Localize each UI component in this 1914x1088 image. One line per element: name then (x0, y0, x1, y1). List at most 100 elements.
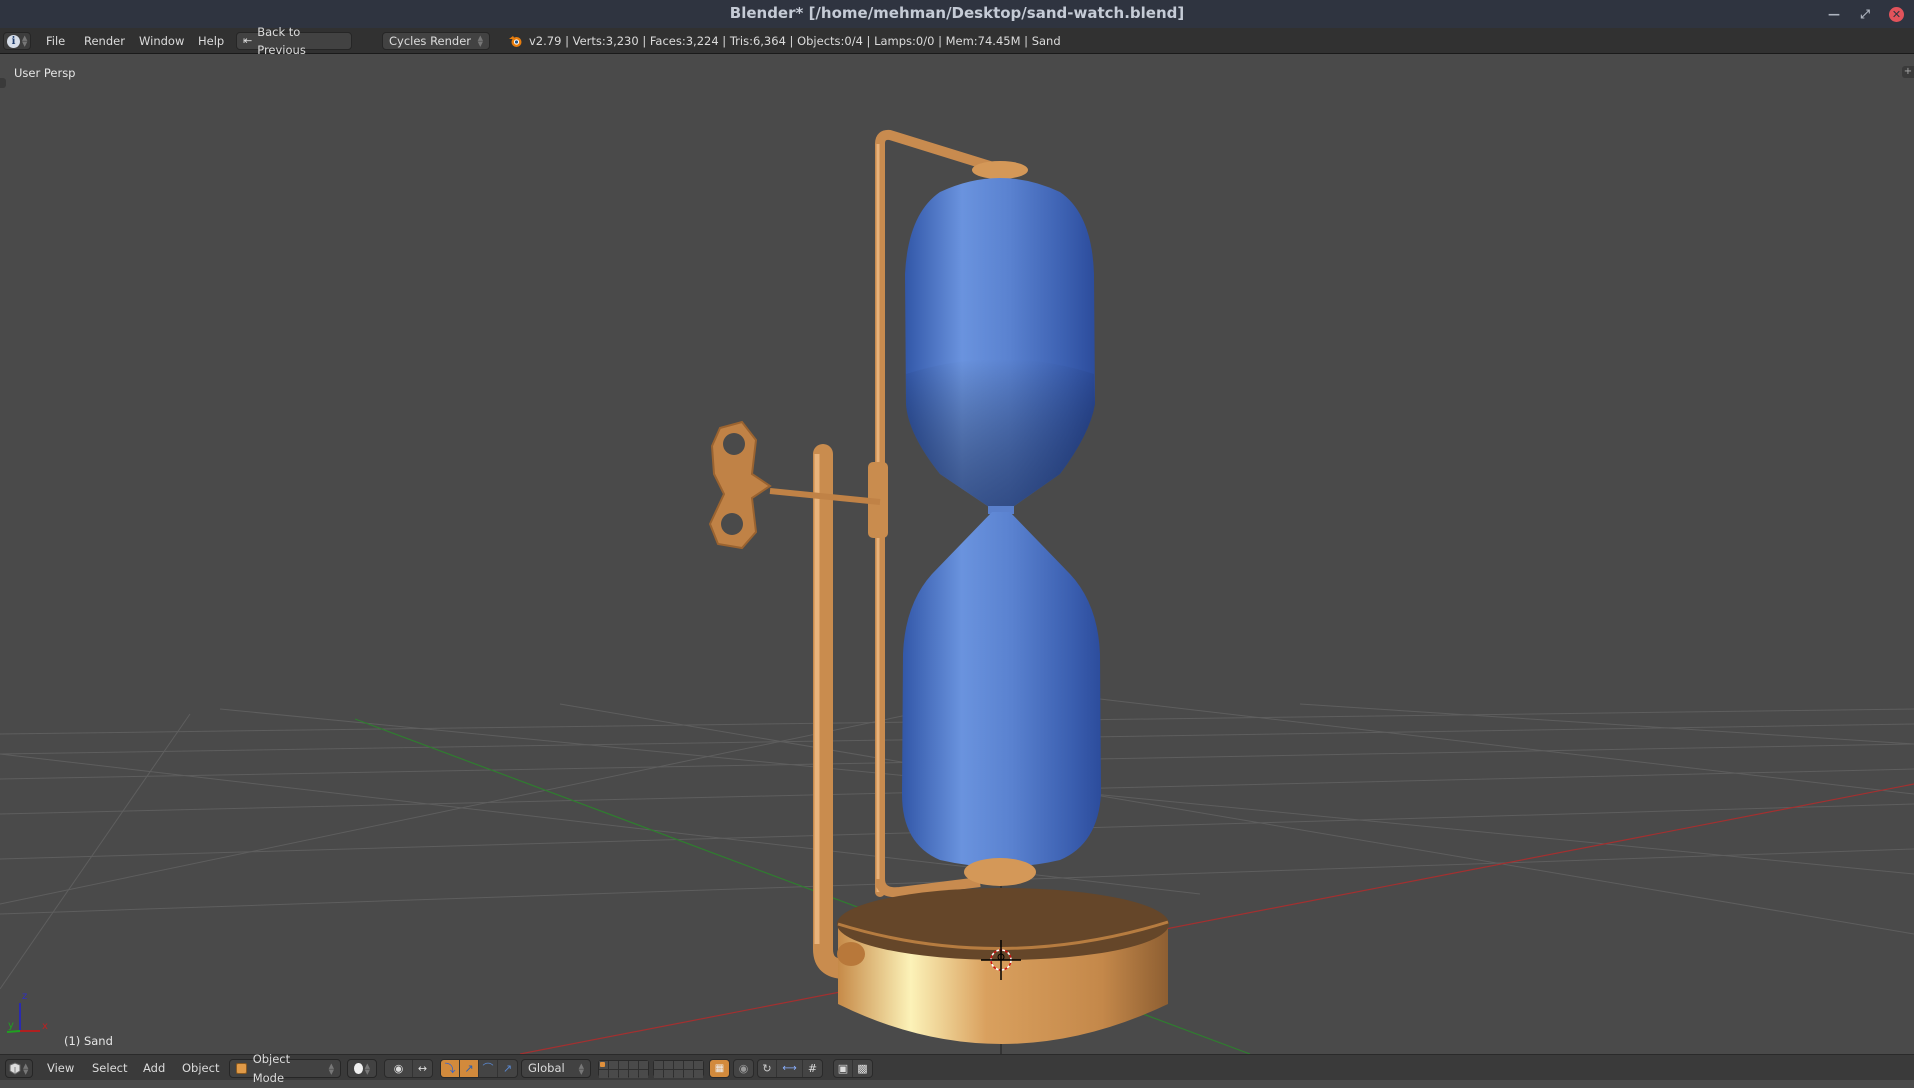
layer-3[interactable] (619, 1061, 628, 1069)
layer-16[interactable] (654, 1070, 663, 1078)
active-object-label: (1) Sand (64, 1034, 113, 1048)
minimize-icon: — (1828, 6, 1840, 21)
magnet-icon: ↻ (762, 1062, 772, 1075)
clapperboard-icon: ▩ (857, 1062, 868, 1075)
winding-key (708, 420, 772, 550)
view-perspective-label: User Persp (14, 66, 76, 80)
axis-x-label: x (42, 1021, 48, 1032)
proportional-edit-toggle[interactable]: ◉ (734, 1060, 753, 1077)
updown-arrows-icon: ▲ ▼ (22, 34, 28, 48)
stats-text: v2.79 | Verts:3,230 | Faces:3,224 | Tris… (529, 34, 1061, 48)
layer-19[interactable] (684, 1070, 693, 1078)
pivot-point-dropdown[interactable]: ◉ (385, 1060, 413, 1077)
close-button[interactable]: ✕ (1889, 7, 1904, 22)
blender-logo-icon (509, 36, 522, 47)
layer-17[interactable] (664, 1070, 673, 1078)
layer-14[interactable] (629, 1070, 638, 1078)
object-mode-icon (236, 1063, 247, 1074)
transform-manipulators: ⤵ ↗ ⌒ ↗ (440, 1059, 518, 1078)
render-engine-dropdown[interactable]: Cycles Render ▲ ▼ (382, 32, 490, 50)
maximize-icon: ⤢ (1860, 6, 1870, 21)
layer-buttons-2[interactable] (653, 1060, 704, 1078)
orientation-value: Global (528, 1061, 565, 1075)
layer-9[interactable] (684, 1061, 693, 1069)
lock-icon: ▦ (714, 1063, 725, 1074)
proportional-edit-icon: ◉ (738, 1062, 749, 1075)
translate-manipulator-toggle[interactable]: ⤵ (441, 1060, 460, 1077)
updown-arrows-icon: ▲ ▼ (578, 1061, 584, 1076)
layer-buttons-1[interactable] (598, 1060, 649, 1078)
transform-orientation-dropdown[interactable]: Global ▲ ▼ (521, 1059, 591, 1078)
opengl-render-image-button[interactable]: ▣ (834, 1060, 853, 1077)
axis-z-label: z (22, 991, 27, 1002)
menu-select[interactable]: Select (92, 1059, 127, 1078)
lock-camera-layers-toggle[interactable]: ▦ (710, 1060, 729, 1077)
layer-18[interactable] (674, 1070, 683, 1078)
scale-manipulator-toggle[interactable]: ↗ (498, 1060, 517, 1077)
layer-11[interactable] (599, 1070, 608, 1078)
mode-value: Object Mode (252, 1051, 291, 1085)
manipulator-icon: ↔ (417, 1062, 428, 1075)
layer-12[interactable] (609, 1070, 618, 1078)
mode-dropdown[interactable]: Object Mode ▲ ▼ (229, 1052, 341, 1085)
back-to-previous-button[interactable]: ⇤ Back to Previous (236, 25, 352, 57)
layer-1[interactable] (599, 1061, 608, 1069)
top-cap (972, 161, 1028, 179)
viewport-scene: z x y (0, 129, 1914, 1054)
hourglass-base (837, 888, 1169, 1044)
layer-4[interactable] (629, 1061, 638, 1069)
updown-arrows-icon: ▲ ▼ (328, 1061, 334, 1076)
manipulator-toggle[interactable]: ↔ (413, 1060, 432, 1077)
viewport-shading-dropdown[interactable]: ▲ ▼ (347, 1059, 377, 1078)
menu-window[interactable]: Window (139, 32, 184, 50)
minimize-button[interactable]: — (1827, 7, 1841, 21)
layer-7[interactable] (664, 1061, 673, 1069)
editor-type-selector[interactable]: i ▲ ▼ (3, 32, 31, 50)
snap-toggle[interactable]: ↻ (758, 1060, 777, 1077)
layer-15[interactable] (639, 1070, 648, 1078)
layer-8[interactable] (674, 1061, 683, 1069)
menu-file[interactable]: File (46, 32, 65, 50)
maximize-button[interactable]: ⤢ (1858, 7, 1872, 21)
scale-icon: ↗ (502, 1062, 513, 1075)
menu-add[interactable]: Add (143, 1059, 165, 1078)
upper-glass-bulb (905, 178, 1095, 509)
axis-gizmo: z x y (6, 991, 48, 1033)
properties-toggle[interactable]: + (1902, 66, 1914, 78)
rotate-icon: ⌒ (482, 1062, 494, 1075)
updown-arrows-icon: ▲ ▼ (477, 34, 483, 48)
layer-5[interactable] (639, 1061, 648, 1069)
layer-10[interactable] (694, 1061, 703, 1069)
menu-view[interactable]: View (47, 1059, 74, 1078)
layer-2[interactable] (609, 1061, 618, 1069)
menu-render[interactable]: Render (84, 32, 125, 50)
3d-viewport[interactable]: z x y User Persp (1) Sand + (0, 54, 1914, 1054)
layer-20[interactable] (694, 1070, 703, 1078)
menu-help[interactable]: Help (198, 32, 224, 50)
snap-target-toggle[interactable]: # (803, 1060, 822, 1077)
bottom-cap (964, 858, 1036, 886)
layer-6[interactable] (654, 1061, 663, 1069)
menu-object[interactable]: Object (182, 1059, 219, 1078)
render-buttons-group: ▣ ▩ (833, 1059, 873, 1078)
snap-increment-icon: ⟷ (782, 1063, 797, 1074)
toolshelf-toggle[interactable] (0, 78, 6, 88)
updown-arrows-icon: ▲ ▼ (23, 1061, 29, 1076)
editor-type-selector-3d[interactable]: ▲ ▼ (5, 1059, 33, 1078)
translate-axes-icon: ⤵ (444, 1062, 456, 1075)
render-engine-value: Cycles Render (389, 34, 472, 48)
camera-icon: ▣ (837, 1062, 849, 1075)
snap-element-dropdown[interactable]: ⟷ (777, 1060, 803, 1077)
info-header: i ▲ ▼ File Render Window Help ⇤ Back to P… (0, 25, 1914, 57)
curve-manipulator-toggle[interactable]: ⌒ (479, 1060, 498, 1077)
arrow-icon: ↗ (464, 1062, 474, 1075)
3d-view-header: ▲ ▼ View Select Add Object Object Mode ▲ ▼… (0, 1052, 1914, 1085)
lock-layer-group: ▦ (709, 1059, 730, 1078)
opengl-render-animation-button[interactable]: ▩ (853, 1060, 872, 1077)
info-icon: i (7, 34, 20, 48)
proportional-edit-group: ◉ (733, 1059, 754, 1078)
updown-arrows-icon: ▲ ▼ (364, 1061, 370, 1076)
snapping-group: ↻ ⟷ # (757, 1059, 823, 1078)
layer-13[interactable] (619, 1070, 628, 1078)
rotate-manipulator-toggle[interactable]: ↗ (460, 1060, 479, 1077)
